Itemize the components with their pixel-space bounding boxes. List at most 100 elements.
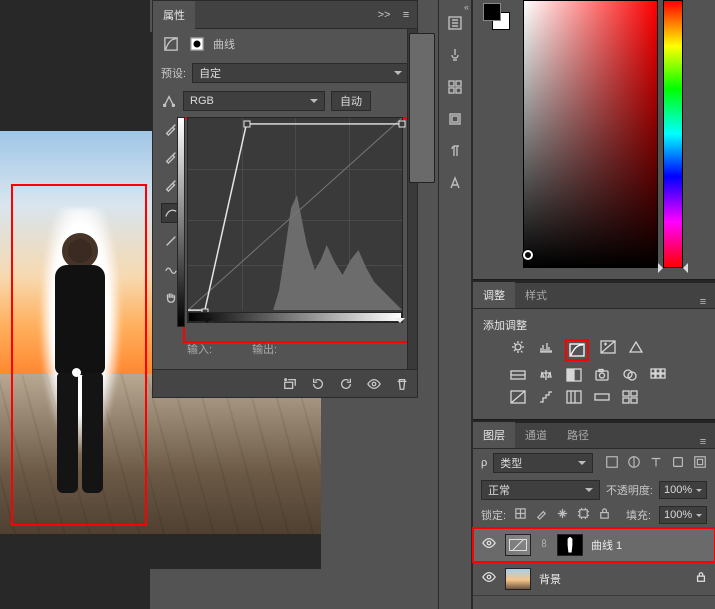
- add-adjustment-label: 添加调整: [483, 317, 705, 333]
- curve-line: [188, 118, 402, 322]
- hue-slider[interactable]: [663, 0, 683, 268]
- filter-adjust-icon[interactable]: [627, 455, 641, 472]
- opacity-label: 不透明度:: [606, 482, 653, 498]
- lock-pixels-icon[interactable]: [514, 507, 527, 523]
- layer-list: 𝟾 曲线 1 背景: [473, 527, 715, 596]
- dock-toolbar: «: [438, 0, 472, 609]
- filter-smart-icon[interactable]: [693, 455, 707, 472]
- color-field[interactable]: [523, 0, 658, 268]
- filter-type-icon[interactable]: [649, 455, 663, 472]
- color-cursor[interactable]: [523, 250, 533, 260]
- hue-sat-icon[interactable]: [509, 367, 527, 383]
- styles-tab[interactable]: 样式: [515, 282, 557, 308]
- layers-body: ρ 类型 正常 不透明度: 100% 锁定: 填充: 100%: [473, 449, 715, 596]
- layer-thumb-adjustment[interactable]: [505, 534, 531, 556]
- layer-thumb-mask[interactable]: [557, 534, 583, 556]
- auto-button[interactable]: 自动: [331, 91, 371, 111]
- layer-name[interactable]: 背景: [539, 571, 561, 587]
- clip-to-layer-icon[interactable]: [281, 375, 299, 393]
- blend-mode-value: 正常: [488, 482, 510, 498]
- properties-tab[interactable]: 属性: [153, 1, 195, 29]
- layer-name[interactable]: 曲线 1: [591, 537, 622, 553]
- input-label: 输入:: [187, 341, 212, 357]
- canvas-area[interactable]: [0, 0, 150, 609]
- layer-row-background[interactable]: 背景: [473, 562, 715, 596]
- levels-icon[interactable]: [537, 339, 555, 355]
- color-lookup-icon[interactable]: [649, 367, 667, 383]
- on-image-adjust-icon[interactable]: [161, 91, 177, 111]
- vibrance-icon[interactable]: [627, 339, 645, 355]
- lock-paint-icon[interactable]: [535, 507, 548, 523]
- lock-position-icon[interactable]: [556, 507, 569, 523]
- layer-row-curves[interactable]: 𝟾 曲线 1: [473, 528, 715, 562]
- toggle-visibility-icon[interactable]: [365, 375, 383, 393]
- color-balance-icon[interactable]: [537, 367, 555, 383]
- properties-header: 属性 >> ≡: [153, 1, 417, 29]
- exposure-icon[interactable]: [599, 339, 617, 355]
- input-gradient: [188, 312, 402, 322]
- lock-icon: [695, 571, 707, 586]
- dock-expand-icon[interactable]: «: [464, 2, 469, 12]
- lock-artboard-icon[interactable]: [577, 507, 590, 523]
- panel-menu-button[interactable]: ≡: [395, 9, 417, 21]
- annotation-curves-adjust: [565, 339, 589, 361]
- delete-adjustment-icon[interactable]: [393, 375, 411, 393]
- preset-select[interactable]: 自定: [192, 63, 409, 83]
- libraries-icon[interactable]: [444, 108, 466, 130]
- brush-presets-icon[interactable]: [444, 44, 466, 66]
- curve-handle-mid[interactable]: [244, 121, 251, 128]
- adjustments-header: 调整 样式 ≡: [473, 283, 715, 309]
- adjustments-tab[interactable]: 调整: [473, 282, 515, 308]
- black-point-slider[interactable]: [202, 318, 212, 328]
- view-previous-icon[interactable]: [309, 375, 327, 393]
- panel-menu-icon[interactable]: ≡: [691, 296, 715, 308]
- paragraph-icon[interactable]: [444, 140, 466, 162]
- mask-icon[interactable]: [187, 34, 207, 54]
- curve-editor[interactable]: [187, 117, 403, 323]
- blend-mode-select[interactable]: 正常: [481, 480, 600, 500]
- filter-type-select[interactable]: 类型: [493, 453, 593, 473]
- filter-kind-symbol[interactable]: ρ: [481, 457, 487, 469]
- preset-value: 自定: [199, 65, 221, 81]
- foreground-background-swatch[interactable]: [483, 3, 513, 33]
- white-point-slider[interactable]: [395, 318, 405, 328]
- mask-link-icon[interactable]: 𝟾: [539, 538, 549, 551]
- opacity-input[interactable]: 100%: [659, 481, 707, 499]
- visibility-toggle-icon[interactable]: [481, 536, 497, 553]
- channel-mixer-icon[interactable]: [621, 367, 639, 383]
- swatches-icon[interactable]: [444, 76, 466, 98]
- threshold-icon[interactable]: [565, 389, 583, 405]
- collapse-button[interactable]: >>: [373, 9, 395, 21]
- curve-handle-white[interactable]: [399, 121, 406, 128]
- properties-scrollbar[interactable]: [407, 29, 417, 369]
- preset-label: 预设:: [161, 65, 186, 81]
- filter-pixel-icon[interactable]: [605, 455, 619, 472]
- fill-input[interactable]: 100%: [659, 506, 707, 524]
- character-icon[interactable]: [444, 172, 466, 194]
- color-picker[interactable]: [523, 0, 683, 270]
- fill-label: 填充:: [626, 507, 651, 523]
- layer-thumb-image[interactable]: [505, 568, 531, 590]
- filter-shape-icon[interactable]: [671, 455, 685, 472]
- posterize-icon[interactable]: [537, 389, 555, 405]
- properties-footer: [153, 369, 417, 397]
- channels-tab[interactable]: 通道: [515, 422, 557, 448]
- panel-menu-icon[interactable]: ≡: [691, 436, 715, 448]
- output-label: 输出:: [252, 341, 277, 357]
- brightness-contrast-icon[interactable]: [509, 339, 527, 355]
- invert-icon[interactable]: [509, 389, 527, 405]
- selective-color-icon[interactable]: [621, 389, 639, 405]
- reset-icon[interactable]: [337, 375, 355, 393]
- paths-tab[interactable]: 路径: [557, 422, 599, 448]
- lock-all-icon[interactable]: [598, 507, 611, 523]
- layers-tab[interactable]: 图层: [473, 422, 515, 448]
- channel-select[interactable]: RGB: [183, 91, 325, 111]
- curves-icon[interactable]: [568, 342, 586, 358]
- gradient-map-icon[interactable]: [593, 389, 611, 405]
- filter-type-value: 类型: [500, 455, 522, 471]
- history-icon[interactable]: [444, 12, 466, 34]
- lock-label: 锁定:: [481, 507, 506, 523]
- photo-filter-icon[interactable]: [593, 367, 611, 383]
- black-white-icon[interactable]: [565, 367, 583, 383]
- visibility-toggle-icon[interactable]: [481, 570, 497, 587]
